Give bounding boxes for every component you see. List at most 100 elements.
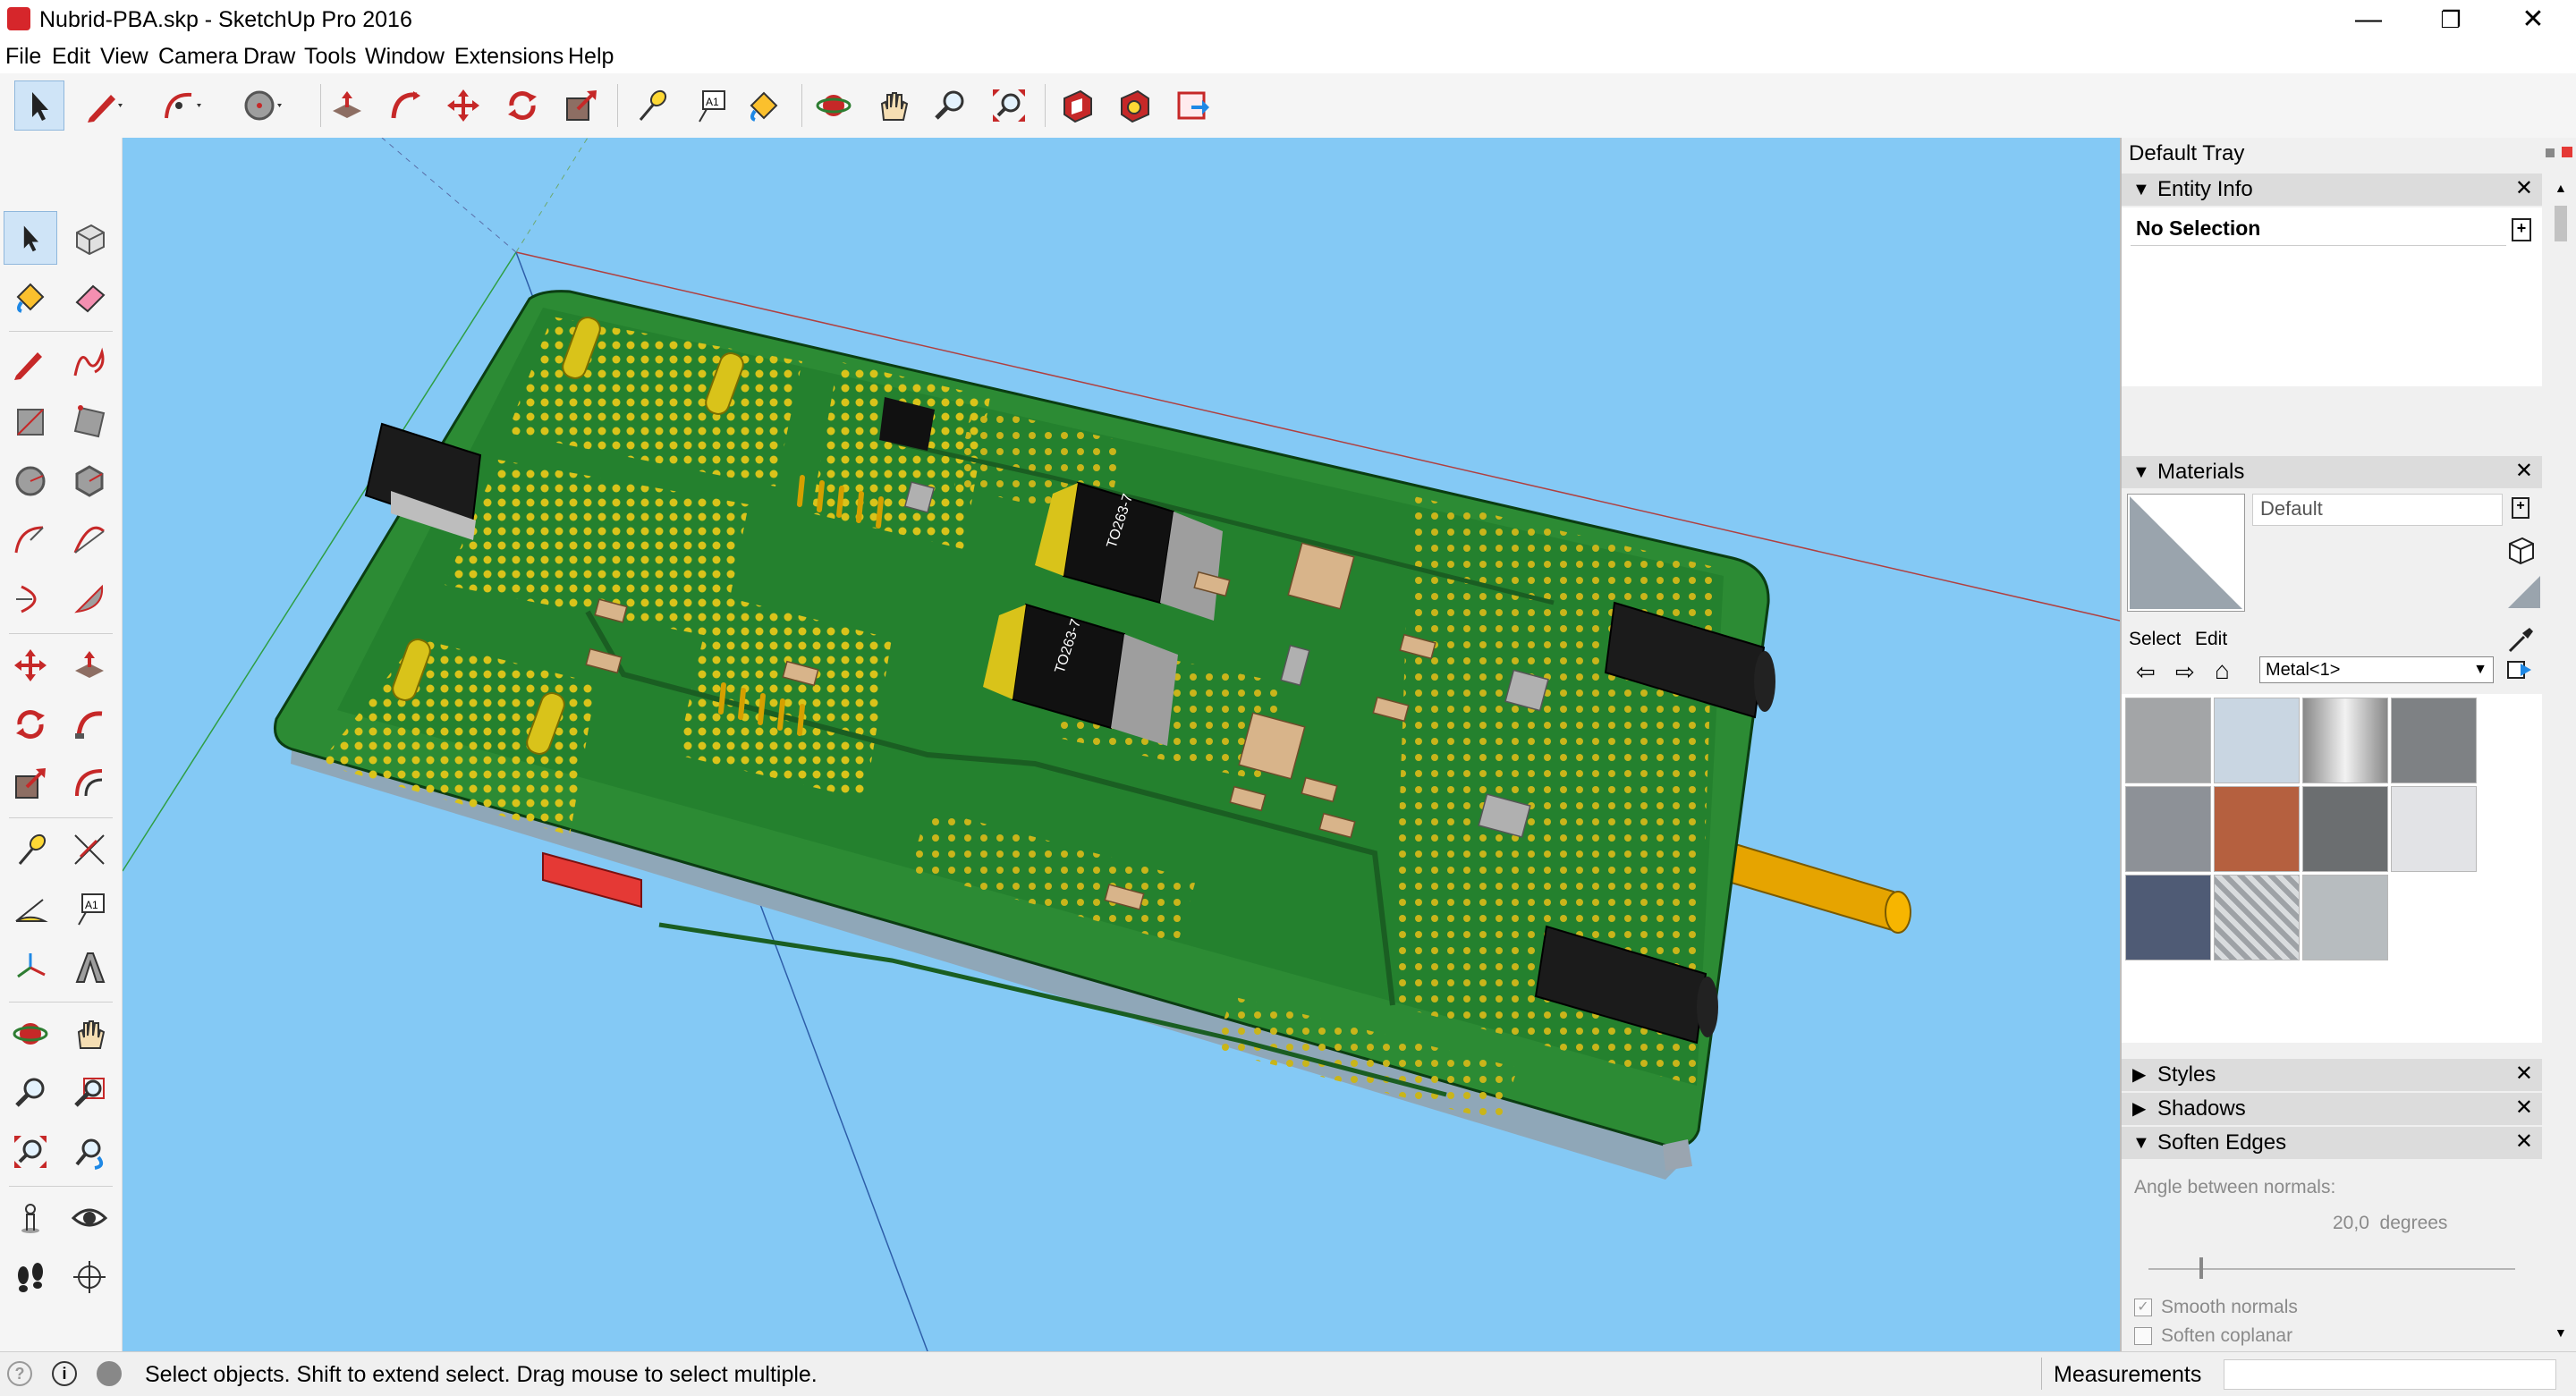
- material-swatch[interactable]: [2214, 698, 2300, 783]
- offset-tool[interactable]: [63, 757, 116, 810]
- text-tool[interactable]: A1: [63, 882, 116, 935]
- follow-me-tool[interactable]: [63, 698, 116, 751]
- zoom-tool-button[interactable]: [925, 80, 975, 131]
- menu-tools[interactable]: Tools: [304, 43, 356, 70]
- menu-camera[interactable]: Camera: [158, 43, 238, 70]
- paint-bucket-tool[interactable]: [4, 270, 57, 324]
- rectangle-tool[interactable]: [4, 395, 57, 449]
- 3d-text-tool[interactable]: [63, 941, 116, 994]
- two-point-arc-tool[interactable]: [63, 513, 116, 567]
- material-swatch[interactable]: [2214, 786, 2300, 872]
- orbit-tool-button[interactable]: [809, 80, 859, 131]
- shadows-close-icon[interactable]: ✕: [2515, 1095, 2533, 1121]
- rotated-rectangle-tool[interactable]: [63, 395, 116, 449]
- scroll-up-icon[interactable]: ▲: [2555, 181, 2567, 195]
- display-secondary-icon[interactable]: [2506, 535, 2537, 565]
- material-swatch[interactable]: [2214, 875, 2300, 960]
- tray-pin-icon[interactable]: [2546, 148, 2555, 157]
- materials-tab-edit[interactable]: Edit: [2195, 628, 2227, 651]
- menu-draw[interactable]: Draw: [243, 43, 295, 70]
- measurements-input[interactable]: [2224, 1359, 2556, 1390]
- rotate-tool-button[interactable]: [497, 80, 547, 131]
- materials-close-icon[interactable]: ✕: [2515, 458, 2533, 485]
- scale-tool[interactable]: [4, 757, 57, 810]
- follow-me-tool-button[interactable]: [379, 80, 429, 131]
- materials-header[interactable]: ▼ Materials ✕: [2122, 456, 2542, 488]
- line-tool[interactable]: [4, 336, 57, 390]
- entity-info-header[interactable]: ▼ Entity Info ✕: [2122, 173, 2542, 206]
- polygon-tool[interactable]: [63, 454, 116, 508]
- walk-tool[interactable]: [4, 1250, 57, 1304]
- material-swatch[interactable]: [2302, 698, 2388, 783]
- sample-paint-icon[interactable]: [2506, 624, 2537, 655]
- material-swatch[interactable]: [2125, 786, 2211, 872]
- soften-edges-close-icon[interactable]: ✕: [2515, 1129, 2533, 1155]
- make-component-tool[interactable]: [63, 211, 116, 265]
- menu-edit[interactable]: Edit: [52, 43, 90, 70]
- arc-tool-button[interactable]: [157, 80, 208, 131]
- zoom-tool[interactable]: [4, 1066, 57, 1120]
- circle-tool-button[interactable]: [238, 80, 288, 131]
- move-tool-button[interactable]: [438, 80, 488, 131]
- soften-coplanar-checkbox[interactable]: [2134, 1327, 2152, 1345]
- arc-tool[interactable]: [4, 513, 57, 567]
- entity-info-close-icon[interactable]: ✕: [2515, 175, 2533, 202]
- material-swatch[interactable]: [2391, 698, 2477, 783]
- styles-close-icon[interactable]: ✕: [2515, 1061, 2533, 1087]
- select-tool[interactable]: [4, 211, 57, 265]
- look-around-tool[interactable]: [63, 1191, 116, 1245]
- move-tool[interactable]: [4, 639, 57, 692]
- zoom-window-tool[interactable]: [63, 1066, 116, 1120]
- orbit-tool[interactable]: [4, 1007, 57, 1061]
- angle-slider-track[interactable]: [2148, 1268, 2515, 1270]
- push-pull-tool[interactable]: [63, 639, 116, 692]
- geo-location-icon[interactable]: ?: [7, 1361, 32, 1386]
- tray-scrollbar[interactable]: ▲ ▼: [2551, 173, 2571, 1345]
- eraser-tool[interactable]: [63, 270, 116, 324]
- pan-tool-button[interactable]: [868, 80, 918, 131]
- close-button[interactable]: ✕: [2492, 0, 2574, 39]
- user-icon[interactable]: [97, 1361, 122, 1386]
- previous-view-tool[interactable]: [63, 1125, 116, 1179]
- angle-slider-thumb[interactable]: [2199, 1257, 2204, 1279]
- push-pull-tool-button[interactable]: [322, 80, 372, 131]
- menu-view[interactable]: View: [100, 43, 148, 70]
- styles-header[interactable]: ▶ Styles ✕: [2122, 1059, 2542, 1091]
- menu-window[interactable]: Window: [365, 43, 445, 70]
- material-collection-select[interactable]: Metal<1> ▼: [2259, 656, 2494, 683]
- material-swatch[interactable]: [2302, 875, 2388, 960]
- circle-tool[interactable]: [4, 454, 57, 508]
- pie-tool[interactable]: [63, 572, 116, 626]
- three-point-arc-tool[interactable]: [4, 572, 57, 626]
- menu-help[interactable]: Help: [568, 43, 614, 70]
- freehand-tool[interactable]: [63, 336, 116, 390]
- extension-warehouse-button[interactable]: [1109, 80, 1159, 131]
- create-material-icon[interactable]: +: [2512, 497, 2529, 519]
- 3d-warehouse-button[interactable]: [1052, 80, 1102, 131]
- menu-file[interactable]: File: [5, 43, 41, 70]
- tray-close-icon[interactable]: [2562, 147, 2572, 157]
- info-icon[interactable]: i: [52, 1361, 77, 1386]
- details-arrow-icon[interactable]: [2506, 656, 2533, 683]
- model-viewport[interactable]: TO263-7 TO263-7: [123, 138, 2120, 1351]
- share-model-button[interactable]: [1168, 80, 1218, 131]
- scroll-down-icon[interactable]: ▼: [2555, 1325, 2567, 1340]
- menu-extensions[interactable]: Extensions: [454, 43, 564, 70]
- zoom-extents-tool-button[interactable]: [984, 80, 1034, 131]
- position-camera-tool[interactable]: [4, 1191, 57, 1245]
- minimize-button[interactable]: —: [2327, 0, 2410, 39]
- tape-measure-tool-button[interactable]: [626, 80, 676, 131]
- pencil-tool-button[interactable]: [80, 80, 131, 131]
- select-tool-button[interactable]: [14, 80, 64, 131]
- dimension-tool[interactable]: [63, 823, 116, 876]
- pan-tool[interactable]: [63, 1007, 116, 1061]
- home-icon[interactable]: ⌂: [2215, 656, 2230, 685]
- text-tool-button[interactable]: A1: [685, 80, 735, 131]
- tape-measure-tool[interactable]: [4, 823, 57, 876]
- forward-arrow-icon[interactable]: ⇨: [2175, 658, 2195, 686]
- materials-tab-select[interactable]: Select: [2129, 628, 2181, 651]
- material-swatch[interactable]: [2302, 786, 2388, 872]
- material-swatch[interactable]: [2125, 698, 2211, 783]
- material-swatch[interactable]: [2125, 875, 2211, 960]
- toggle-details-icon[interactable]: +: [2512, 218, 2531, 241]
